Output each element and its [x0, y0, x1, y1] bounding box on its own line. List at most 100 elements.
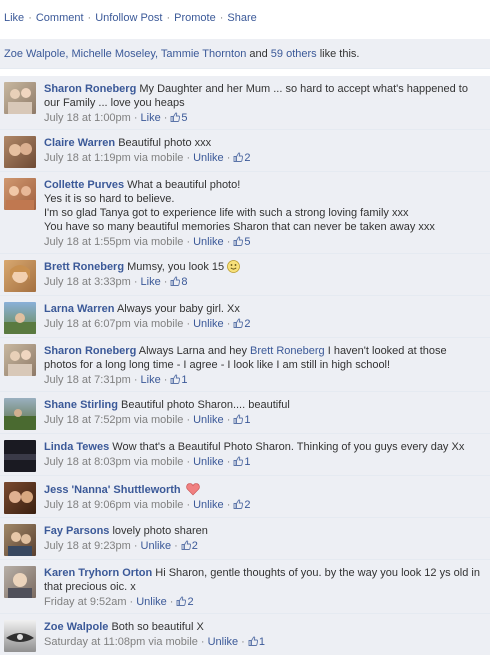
thumbs-up-icon: [233, 499, 243, 509]
thumbs-up-icon: [233, 414, 243, 424]
comment-author[interactable]: Claire Warren: [44, 137, 115, 149]
comment-meta: July 18 at 8:03pm via mobile · Unlike · 1: [44, 455, 482, 469]
comment-like-toggle[interactable]: Unlike: [193, 414, 224, 426]
separator-dot: ·: [226, 456, 231, 468]
unfollow-post-link[interactable]: Unfollow Post: [95, 12, 162, 24]
avatar[interactable]: [4, 344, 36, 376]
thumbs-up-icon: [233, 318, 243, 328]
like-count-value: 1: [258, 636, 265, 648]
comment-text: Beautiful photo Sharon.... beautiful: [121, 399, 290, 411]
like-count-value: 2: [244, 152, 251, 164]
comment-author[interactable]: Collette Purves: [44, 179, 124, 191]
comment-text: Mumsy, you look 15: [127, 261, 225, 273]
avatar[interactable]: [4, 524, 36, 556]
comment-author[interactable]: Jess 'Nanna' Shuttleworth: [44, 484, 181, 496]
comment-author[interactable]: Larna Warren: [44, 303, 115, 315]
comment-like-count[interactable]: 1: [170, 374, 188, 386]
comment-author[interactable]: Sharon Roneberg: [44, 83, 136, 95]
avatar[interactable]: [4, 398, 36, 430]
avatar[interactable]: [4, 136, 36, 168]
like-count-value: 1: [244, 456, 251, 468]
avatar[interactable]: [4, 302, 36, 334]
comment-like-count[interactable]: 5: [233, 236, 250, 248]
avatar[interactable]: [4, 82, 36, 114]
comment-link[interactable]: Comment: [36, 12, 84, 24]
comment-like-count[interactable]: 1: [248, 636, 265, 648]
others-link[interactable]: 59 others: [271, 48, 317, 60]
comment-like-count[interactable]: 8: [170, 276, 188, 288]
comment-author[interactable]: Shane Stirling: [44, 399, 118, 411]
likes-summary: Zoe Walpole, Michelle Moseley, Tammie Th…: [0, 39, 490, 69]
comment-like-toggle[interactable]: Unlike: [193, 152, 224, 164]
separator-dot: ·: [241, 636, 245, 648]
avatar[interactable]: [4, 260, 36, 292]
comment-like-toggle[interactable]: Unlike: [136, 596, 167, 608]
thumbs-up-icon: [233, 152, 243, 162]
separator-dot: ·: [166, 12, 171, 24]
comment-author[interactable]: Brett Roneberg: [44, 261, 124, 273]
comment-like-count[interactable]: 2: [233, 152, 250, 164]
like-count-value: 8: [181, 276, 188, 288]
comment-like-toggle[interactable]: Unlike: [193, 456, 224, 468]
comment-timestamp: July 18 at 9:06pm: [44, 499, 131, 511]
comment-author[interactable]: Sharon Roneberg: [44, 345, 136, 357]
liker-names[interactable]: Zoe Walpole, Michelle Moseley, Tammie Th…: [4, 48, 246, 60]
like-count-value: 2: [187, 596, 194, 608]
avatar[interactable]: [4, 440, 36, 472]
mention-link[interactable]: Brett Roneberg: [250, 345, 325, 357]
comment-item: Larna Warren Always your baby girl. Xx J…: [0, 296, 490, 338]
avatar[interactable]: [4, 178, 36, 210]
comment-text: Always your baby girl. Xx: [116, 303, 240, 315]
share-link[interactable]: Share: [227, 12, 256, 24]
comment-author[interactable]: Zoe Walpole: [44, 621, 108, 633]
like-count-value: 2: [244, 499, 251, 511]
promote-link[interactable]: Promote: [174, 12, 216, 24]
via-mobile: via mobile: [133, 318, 184, 330]
comment-like-count[interactable]: 2: [176, 596, 194, 608]
comment-item: Brett Roneberg Mumsy, you look 15 July 1…: [0, 254, 490, 296]
avatar[interactable]: [4, 482, 36, 514]
comment-like-toggle[interactable]: Unlike: [193, 318, 224, 330]
avatar[interactable]: [4, 566, 36, 598]
separator-dot: ·: [186, 499, 191, 511]
via-mobile: via mobile: [148, 636, 198, 648]
comment-like-count[interactable]: 2: [233, 318, 250, 330]
comment-like-count[interactable]: 1: [233, 456, 250, 468]
comment-meta: July 18 at 1:55pm via mobile · Unlike · 5: [44, 235, 482, 249]
comment-body: Karen Tryhorn Orton Hi Sharon, gentle th…: [44, 566, 482, 609]
comment-author[interactable]: Linda Tewes: [44, 441, 109, 453]
separator-dot: ·: [87, 12, 92, 24]
comment-like-count[interactable]: 1: [233, 414, 250, 426]
comment-like-toggle[interactable]: Like: [141, 276, 161, 288]
comment-author[interactable]: Karen Tryhorn Orton: [44, 567, 152, 579]
comment-item: Sharon Roneberg Always Larna and hey Bre…: [0, 338, 490, 392]
like-link[interactable]: Like: [4, 12, 24, 24]
comment-timestamp: July 18 at 9:23pm: [44, 540, 131, 552]
comment-meta: July 18 at 3:33pm · Like · 8: [44, 275, 482, 289]
comment-like-toggle[interactable]: Unlike: [193, 236, 224, 248]
comment-body: Claire Warren Beautiful photo xxx July 1…: [44, 136, 482, 165]
comment-timestamp: July 18 at 3:33pm: [44, 276, 131, 288]
like-count-value: 5: [244, 236, 251, 248]
like-count-value: 5: [181, 112, 188, 124]
comment-body: Shane Stirling Beautiful photo Sharon...…: [44, 398, 482, 427]
comment-meta: Saturday at 11:08pm via mobile · Unlike · 1: [44, 635, 482, 649]
comment-like-toggle[interactable]: Like: [141, 374, 161, 386]
comment-like-toggle[interactable]: Unlike: [141, 540, 172, 552]
separator-dot: ·: [163, 374, 168, 386]
avatar[interactable]: [4, 620, 36, 652]
comment-like-toggle[interactable]: Unlike: [208, 636, 239, 648]
comment-like-count[interactable]: 2: [181, 540, 198, 552]
comment-like-toggle[interactable]: Unlike: [193, 499, 224, 511]
comment-like-toggle[interactable]: Like: [141, 112, 161, 124]
comment-text-line: I'm so glad Tanya got to experience life…: [44, 207, 409, 219]
comment-like-count[interactable]: 2: [233, 499, 250, 511]
thumbs-up-icon: [170, 276, 180, 286]
comment-body: Linda Tewes Wow that's a Beautiful Photo…: [44, 440, 482, 469]
comment-author[interactable]: Fay Parsons: [44, 525, 109, 537]
comment-timestamp: July 18 at 6:07pm: [44, 318, 131, 330]
comment-like-count[interactable]: 5: [170, 112, 188, 124]
like-count-value: 2: [191, 540, 198, 552]
comment-timestamp: July 18 at 1:55pm: [44, 236, 131, 248]
comment-item: Jess 'Nanna' Shuttleworth July 18 at 9:0…: [0, 476, 490, 518]
